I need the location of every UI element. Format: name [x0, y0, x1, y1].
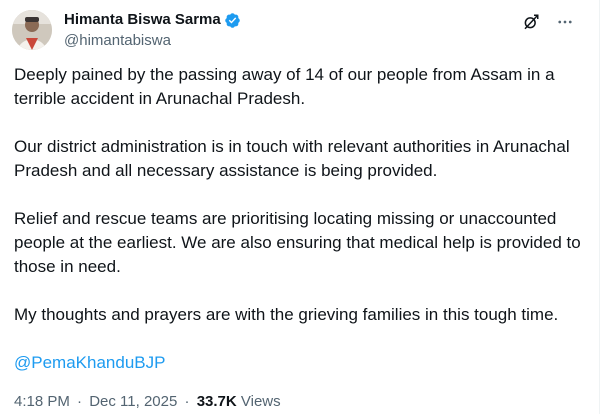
header-actions [521, 12, 575, 32]
tweet-paragraph: Our district administration is in touch … [14, 137, 570, 180]
more-icon[interactable] [555, 12, 575, 32]
avatar[interactable] [12, 10, 52, 50]
tweet-paragraph: Relief and rescue teams are prioritising… [14, 209, 581, 276]
grok-icon[interactable] [521, 12, 541, 32]
display-name[interactable]: Himanta Biswa Sarma [64, 10, 221, 30]
post-time[interactable]: 4:18 PM [14, 393, 70, 410]
meta-separator: · [184, 393, 190, 410]
author-info: Himanta Biswa Sarma @himantabiswa [64, 10, 241, 51]
meta-separator: · [77, 393, 83, 410]
mention-link[interactable]: @PemaKhanduBJP [14, 353, 165, 372]
tweet-paragraph: My thoughts and prayers are with the gri… [14, 305, 559, 324]
mention-paragraph: @PemaKhanduBJP [14, 351, 594, 375]
tweet-text: Deeply pained by the passing away of 14 … [14, 63, 594, 399]
views-count[interactable]: 33.7K [197, 393, 237, 410]
handle[interactable]: @himantabiswa [64, 31, 241, 51]
views-label: Views [240, 393, 281, 410]
tweet-meta: 4:18 PM · Dec 11, 2025 · 33.7K Views [14, 392, 281, 412]
verified-badge-icon [224, 12, 241, 29]
tweet-header: Himanta Biswa Sarma @himantabiswa [12, 10, 589, 54]
post-date[interactable]: Dec 11, 2025 [89, 393, 177, 410]
tweet: Himanta Biswa Sarma @himantabiswa Deeply… [0, 0, 600, 414]
name-row: Himanta Biswa Sarma [64, 10, 241, 30]
tweet-paragraph: Deeply pained by the passing away of 14 … [14, 65, 555, 108]
